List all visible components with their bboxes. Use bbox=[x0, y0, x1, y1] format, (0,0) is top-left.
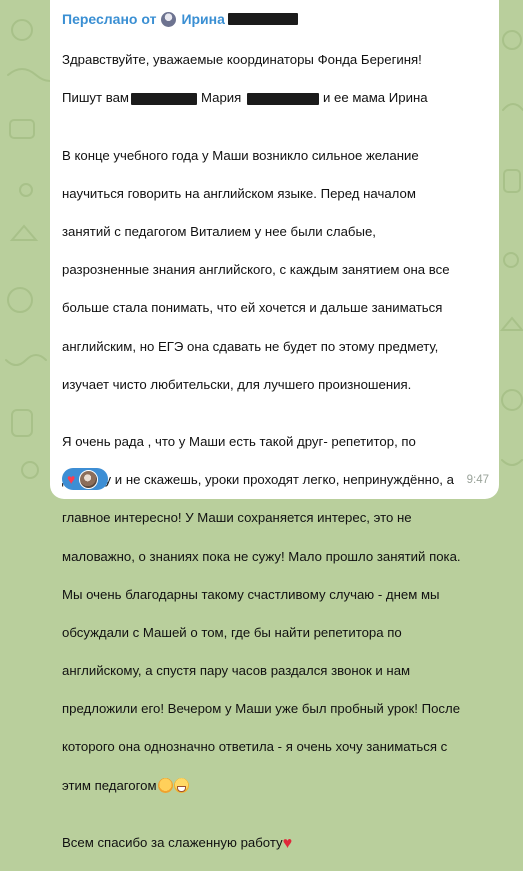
text-line: Мы очень благодарны такому счастливому с… bbox=[62, 586, 440, 602]
text-line: этим педагогом bbox=[62, 776, 489, 795]
message-timestamp: 9:47 bbox=[466, 474, 489, 486]
text-line: обсуждали с Машей о том, где бы найти ре… bbox=[62, 624, 402, 640]
forward-header[interactable]: Переслано от Ирина bbox=[62, 8, 489, 30]
text-line: английским, но ЕГЭ она сдавать не будет … bbox=[62, 338, 439, 354]
text-line: В конце учебного года у Маши возникло си… bbox=[62, 147, 419, 163]
text-line: больше стала понимать, что ей хочется и … bbox=[62, 300, 443, 316]
text-line: главное интересно! У Маши сохраняется ин… bbox=[62, 510, 412, 526]
redaction-block bbox=[246, 92, 319, 105]
text-line: изучает чисто любительски, для лучшего п… bbox=[62, 376, 412, 392]
hugging-face-emoji-icon bbox=[157, 777, 173, 793]
text-line: Я очень рада , что у Маши есть такой дру… bbox=[62, 433, 416, 449]
text-line: Пишут вам Мария и ее мама Ирина bbox=[62, 90, 428, 106]
text-line: предложили его! Вечером у Маши уже был п… bbox=[62, 701, 461, 717]
forward-prefix: Переслано от bbox=[62, 11, 157, 27]
text-line: занятий с педагогом Виталием у нее были … bbox=[62, 223, 376, 239]
sender-avatar bbox=[161, 11, 177, 27]
redaction-block bbox=[227, 13, 298, 25]
text-line: Здравствуйте, уважаемые координаторы Фон… bbox=[62, 52, 422, 68]
text-line: маловажно, о знаниях пока не сужу! Мало … bbox=[62, 548, 461, 564]
forwarded-message-bubble[interactable]: Переслано от Ирина Здравствуйте, уважаем… bbox=[50, 0, 499, 852]
heart-reaction-chip[interactable]: ♥ bbox=[62, 468, 108, 490]
grinning-face-emoji-icon bbox=[173, 777, 189, 793]
red-heart-emoji-icon: ♥ bbox=[282, 834, 293, 852]
reactor-avatar bbox=[79, 469, 99, 489]
text-line: научиться говорить на английском языке. … bbox=[62, 185, 416, 201]
text-line: которого она однозначно ответила - я оче… bbox=[62, 739, 448, 755]
text-line: Всем спасибо за слаженную работу♥ bbox=[62, 834, 293, 852]
message-footer: ♥ 9:47 bbox=[62, 468, 489, 490]
message-text: Здравствуйте, уважаемые координаторы Фон… bbox=[62, 31, 489, 871]
heart-icon: ♥ bbox=[67, 471, 76, 487]
redaction-block bbox=[130, 92, 197, 105]
forward-sender-name[interactable]: Ирина bbox=[181, 11, 224, 27]
text-line: разрозненные знания английского, с кажды… bbox=[62, 262, 450, 278]
text-line: английскому, а спустя пару часов раздалс… bbox=[62, 663, 411, 679]
